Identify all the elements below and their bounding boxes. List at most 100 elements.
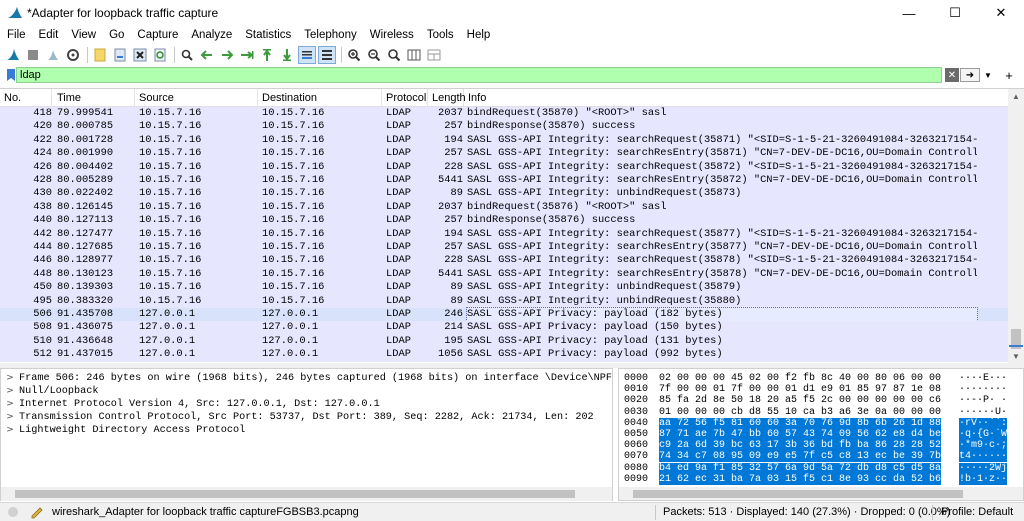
menu-analyze[interactable]: Analyze bbox=[184, 29, 238, 41]
byte-ascii[interactable]: ········ bbox=[959, 384, 1007, 395]
menu-view[interactable]: View bbox=[64, 29, 102, 41]
capture-comment-icon[interactable] bbox=[30, 505, 44, 519]
go-to-packet-icon[interactable] bbox=[238, 46, 256, 64]
clear-filter-icon[interactable]: ✕ bbox=[945, 68, 959, 82]
packet-row[interactable]: 495 80.383320 10.15.7.16 10.15.7.16 LDAP 89 SA… bbox=[0, 294, 1008, 308]
bytes-row[interactable]: 0020 85 fa 2d 8e 50 18 20 a5 f5 2c 00 00 … bbox=[619, 395, 1023, 406]
close-file-icon[interactable] bbox=[131, 46, 149, 64]
display-filter-input[interactable] bbox=[17, 68, 941, 82]
detail-row-ldap[interactable]: > Lightweight Directory Access Protocol bbox=[1, 424, 612, 436]
packet-row[interactable]: 450 80.139303 10.15.7.16 10.15.7.16 LDAP 89 SA… bbox=[0, 281, 1008, 295]
packet-row[interactable]: 510 91.436648 127.0.0.1 127.0.0.1 LDAP 195 SAS… bbox=[0, 334, 1008, 349]
byte-hex[interactable]: 21 62 ec 31 ba 7a 03 15 f5 c1 8e 93 cc d… bbox=[659, 473, 942, 485]
scrollbar-thumb[interactable] bbox=[633, 490, 963, 498]
byte-ascii[interactable]: ·*m9·c·; bbox=[959, 440, 1008, 452]
byte-hex[interactable]: 02 00 00 00 45 02 00 f2 fb 8c 40 00 80 0… bbox=[659, 373, 941, 384]
add-filter-button-icon[interactable]: + bbox=[999, 68, 1019, 83]
byte-ascii[interactable]: !b·1·z·· bbox=[959, 473, 1008, 485]
column-header-source[interactable]: Source bbox=[135, 89, 258, 107]
scroll-down-icon[interactable]: ▼ bbox=[1008, 349, 1024, 363]
bytes-row[interactable]: 0000 02 00 00 00 45 02 00 f2 fb 8c 40 00 … bbox=[619, 373, 1023, 384]
byte-hex[interactable]: c9 2a 6d 39 bc 63 17 3b 36 bd fb ba 86 2… bbox=[659, 440, 942, 452]
menu-file[interactable]: File bbox=[0, 29, 32, 41]
byte-ascii[interactable]: ······U· bbox=[959, 407, 1007, 418]
menu-wireless[interactable]: Wireless bbox=[363, 29, 420, 41]
maximize-button[interactable]: ☐ bbox=[932, 0, 978, 26]
menu-capture[interactable]: Capture bbox=[130, 29, 184, 41]
scrollbar-thumb[interactable] bbox=[15, 490, 575, 498]
menu-edit[interactable]: Edit bbox=[32, 29, 65, 41]
byte-ascii[interactable]: ·q·{G·`W bbox=[959, 429, 1008, 440]
packet-row[interactable]: 508 91.436075 127.0.0.1 127.0.0.1 LDAP 214 SAS… bbox=[0, 321, 1008, 335]
minimize-button[interactable]: — bbox=[886, 0, 932, 26]
colorize-icon[interactable] bbox=[318, 46, 336, 64]
byte-hex[interactable]: 7f 00 00 01 7f 00 00 01 d1 e9 01 85 97 8… bbox=[659, 384, 941, 395]
bytes-row[interactable]: 0050 87 71 ae 7b 47 bb 60 57 43 74 09 56 … bbox=[619, 429, 1023, 440]
detail-row-tcp[interactable]: > Transmission Control Protocol, Src Port… bbox=[1, 411, 612, 423]
packet-row[interactable]: 446 80.128977 10.15.7.16 10.15.7.16 LDAP 228 S… bbox=[0, 254, 1008, 268]
normal-size-icon[interactable] bbox=[385, 46, 403, 64]
close-button[interactable]: ✕ bbox=[978, 0, 1024, 26]
capture-options-icon[interactable] bbox=[64, 46, 82, 64]
apply-filter-button[interactable]: ➜ bbox=[960, 68, 980, 82]
packet-row[interactable]: 442 80.127477 10.15.7.16 10.15.7.16 LDAP 194 S… bbox=[0, 227, 1008, 241]
menu-tools[interactable]: Tools bbox=[420, 29, 460, 41]
byte-ascii[interactable]: ····E··· bbox=[959, 373, 1007, 384]
byte-hex[interactable]: b4 ed 9a f1 85 32 57 6a 9d 5a 72 db d8 c… bbox=[659, 462, 942, 474]
packet-row[interactable]: 424 80.001990 10.15.7.16 10.15.7.16 LDAP 257 S… bbox=[0, 147, 1008, 161]
resize-columns-icon[interactable] bbox=[405, 46, 423, 64]
profile-indicator[interactable]: Profile: Default bbox=[941, 506, 1013, 518]
bytes-row[interactable]: 0030 01 00 00 00 cb d8 55 10 ca b3 a6 3e … bbox=[619, 407, 1023, 418]
expert-info-icon[interactable] bbox=[8, 507, 18, 517]
packet-row[interactable]: 420 80.000785 10.15.7.16 10.15.7.16 LDAP 257 b… bbox=[0, 120, 1008, 134]
packet-row[interactable]: 422 80.001728 10.15.7.16 10.15.7.16 LDAP 194 S… bbox=[0, 133, 1008, 148]
expand-arrow-icon[interactable]: > bbox=[5, 424, 15, 436]
stop-capture-icon[interactable] bbox=[24, 46, 42, 64]
menu-go[interactable]: Go bbox=[102, 29, 130, 41]
go-back-icon[interactable] bbox=[198, 46, 216, 64]
byte-hex[interactable]: 85 fa 2d 8e 50 18 20 a5 f5 2c 00 00 00 0… bbox=[659, 395, 941, 406]
scroll-up-icon[interactable]: ▲ bbox=[1008, 89, 1024, 103]
packet-row[interactable]: 430 80.022402 10.15.7.16 10.15.7.16 LDAP 89 SA… bbox=[0, 187, 1008, 201]
expand-arrow-icon[interactable]: > bbox=[5, 372, 15, 384]
expand-arrow-icon[interactable]: > bbox=[5, 411, 15, 423]
expand-arrow-icon[interactable]: > bbox=[5, 385, 15, 397]
menu-help[interactable]: Help bbox=[460, 29, 497, 41]
menu-statistics[interactable]: Statistics bbox=[238, 29, 297, 41]
layout-icon[interactable] bbox=[425, 46, 443, 64]
bytes-row[interactable]: 0070 74 34 c7 08 95 09 e9 e5 7f c5 c8 13 … bbox=[619, 451, 1023, 463]
bytes-horizontal-scrollbar[interactable] bbox=[619, 487, 1023, 500]
column-header-destination[interactable]: Destination bbox=[258, 89, 382, 107]
menu-telephony[interactable]: Telephony bbox=[297, 29, 362, 41]
bytes-row[interactable]: 0090 21 62 ec 31 ba 7a 03 15 f5 c1 8e 93 … bbox=[619, 473, 1023, 485]
restart-capture-icon[interactable] bbox=[44, 46, 62, 64]
packet-row[interactable]: 512 91.437015 127.0.0.1 127.0.0.1 LDAP 1056 SA… bbox=[0, 348, 1008, 362]
byte-hex[interactable]: aa 72 56 f5 81 60 60 3a 70 76 9d 8b 6b 2… bbox=[659, 417, 942, 429]
byte-hex[interactable]: 74 34 c7 08 95 09 e9 e5 7f c5 c8 13 ec b… bbox=[659, 451, 942, 463]
byte-ascii[interactable]: ·rV··``: bbox=[959, 417, 1008, 429]
packet-list-scrollbar[interactable]: ▲ ▼ bbox=[1008, 89, 1024, 363]
auto-scroll-icon[interactable] bbox=[298, 46, 316, 64]
reload-file-icon[interactable] bbox=[151, 46, 169, 64]
column-header-info[interactable]: Info bbox=[464, 89, 1008, 107]
byte-hex[interactable]: 01 00 00 00 cb d8 55 10 ca b3 a6 3e 0a 0… bbox=[659, 407, 941, 418]
bytes-row[interactable]: 0010 7f 00 00 01 7f 00 00 01 d1 e9 01 85 … bbox=[619, 384, 1023, 395]
packet-row[interactable]: 506 91.435708 127.0.0.1 127.0.0.1 LDAP 246 SAS… bbox=[0, 306, 1008, 323]
first-packet-icon[interactable] bbox=[258, 46, 276, 64]
detail-row-frame[interactable]: > Frame 506: 246 bytes on wire (1968 bits… bbox=[1, 372, 612, 384]
zoom-out-icon[interactable] bbox=[365, 46, 383, 64]
packet-row[interactable]: 426 80.004402 10.15.7.16 10.15.7.16 LDAP 228 S… bbox=[0, 160, 1008, 174]
byte-ascii[interactable]: t4······ bbox=[959, 451, 1008, 463]
expand-arrow-icon[interactable]: > bbox=[5, 398, 15, 410]
open-file-icon[interactable] bbox=[91, 46, 109, 64]
byte-hex[interactable]: 87 71 ae 7b 47 bb 60 57 43 74 09 56 62 e… bbox=[659, 429, 942, 440]
bytes-row[interactable]: 0060 c9 2a 6d 39 bc 63 17 3b 36 bd fb ba … bbox=[619, 440, 1023, 452]
column-header-time[interactable]: Time bbox=[53, 89, 135, 107]
details-horizontal-scrollbar[interactable] bbox=[1, 487, 612, 501]
byte-ascii[interactable]: ··-·P· · bbox=[959, 395, 1007, 406]
packet-row[interactable]: 428 80.005289 10.15.7.16 10.15.7.16 LDAP 5441… bbox=[0, 174, 1008, 188]
byte-ascii[interactable]: ·····2Wj bbox=[959, 462, 1008, 474]
bytes-row[interactable]: 0040 aa 72 56 f5 81 60 60 3a 70 76 9d 8b … bbox=[619, 417, 1023, 429]
packet-row[interactable]: 444 80.127685 10.15.7.16 10.15.7.16 LDAP 257 S… bbox=[0, 241, 1008, 255]
go-forward-icon[interactable] bbox=[218, 46, 236, 64]
